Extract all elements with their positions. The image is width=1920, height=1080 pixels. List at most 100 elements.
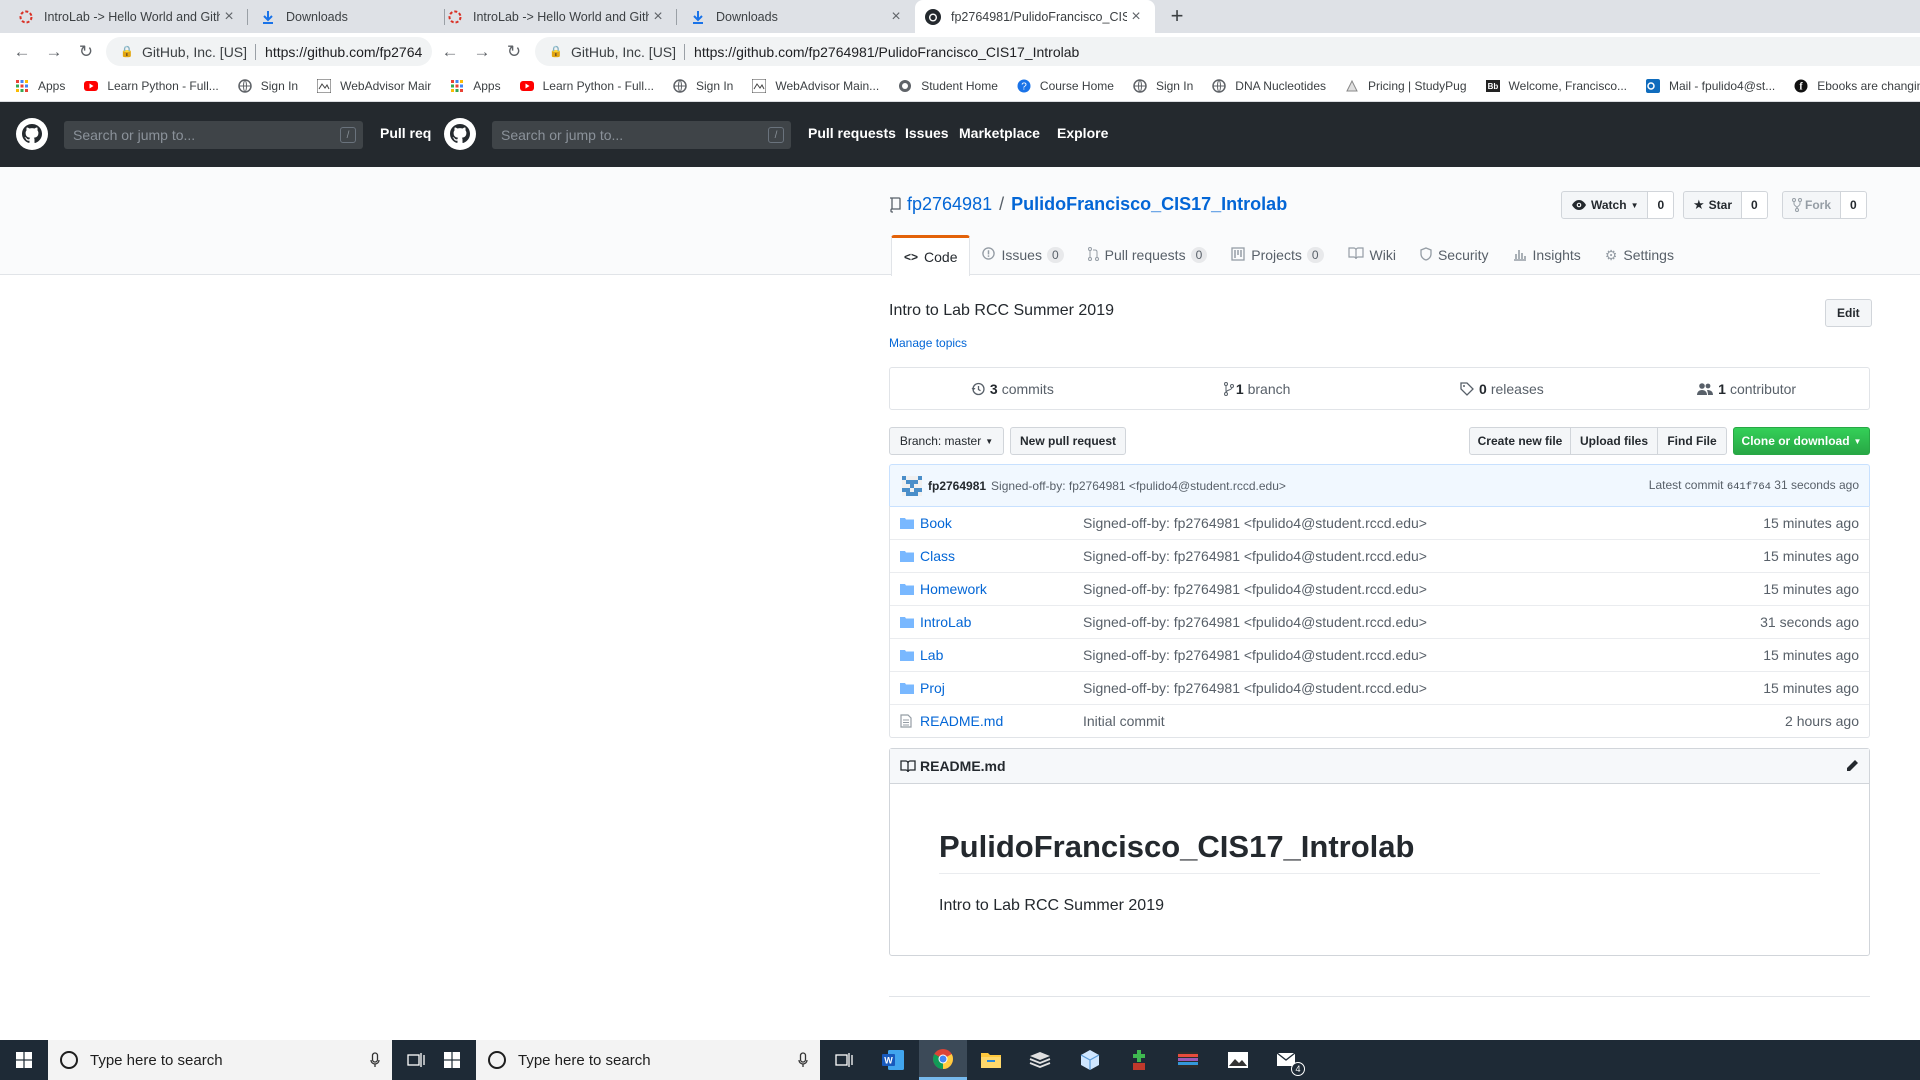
file-name-link[interactable]: Book	[920, 515, 1083, 531]
file-name-link[interactable]: IntroLab	[920, 614, 1083, 630]
forward-icon[interactable]: →	[40, 38, 68, 66]
tab-settings[interactable]: ⚙ Settings	[1593, 235, 1686, 275]
nav-marketplace[interactable]: Marketplace	[959, 125, 1040, 141]
bookmark-item[interactable]: Student Home	[897, 78, 998, 94]
fork-button[interactable]: Fork	[1782, 191, 1842, 219]
bookmark-item[interactable]: ? Course Home	[1016, 78, 1114, 94]
bookmark-item[interactable]: WebAdvisor Mair	[316, 78, 431, 94]
bookmark-item[interactable]: Learn Python - Full...	[519, 78, 654, 94]
github-logo-icon[interactable]	[16, 118, 48, 150]
search-input[interactable]: Search or jump to... /	[64, 121, 363, 149]
file-name-link[interactable]: Homework	[920, 581, 1083, 597]
file-commit-message[interactable]: Signed-off-by: fp2764981 <fpulido4@stude…	[1083, 515, 1763, 531]
search-input[interactable]: Search or jump to... /	[492, 121, 791, 149]
tab-issues[interactable]: Issues 0	[970, 235, 1075, 275]
nav-pull-requests[interactable]: Pull requests	[808, 125, 896, 141]
browser-tab[interactable]: Downloads	[250, 0, 445, 33]
bookmark-item[interactable]: Pricing | StudyPug	[1344, 78, 1467, 94]
file-explorer-icon[interactable]	[967, 1040, 1015, 1080]
bookmark-item[interactable]: f Ebooks are changin...	[1793, 78, 1920, 94]
fork-count[interactable]: 0	[1841, 191, 1867, 219]
star-count[interactable]: 0	[1742, 191, 1768, 219]
bookmark-item[interactable]: Sign In	[672, 78, 733, 94]
reload-icon[interactable]: ↻	[72, 38, 100, 66]
cube-icon[interactable]	[1066, 1040, 1114, 1080]
bookmark-item[interactable]: Learn Python - Full...	[83, 78, 219, 94]
bookmark-item[interactable]: Bb Welcome, Francisco...	[1485, 78, 1627, 94]
tab-projects[interactable]: Projects 0	[1219, 235, 1335, 275]
address-bar[interactable]: 🔒 GitHub, Inc. [US] https://github.com/f…	[535, 37, 1920, 66]
contributors-link[interactable]: 1 contributor	[1624, 368, 1869, 409]
back-icon[interactable]: ←	[8, 38, 36, 66]
close-icon[interactable]: ×	[649, 8, 667, 26]
address-bar[interactable]: 🔒 GitHub, Inc. [US] https://github.com/f…	[106, 37, 432, 66]
file-name-link[interactable]: README.md	[920, 713, 1083, 729]
branch-select-button[interactable]: Branch: master ▼	[889, 427, 1004, 455]
bookmark-item[interactable]: Sign In	[1132, 78, 1193, 94]
tab-insights[interactable]: Insights	[1501, 235, 1593, 275]
microphone-icon[interactable]	[370, 1052, 380, 1068]
repo-name-link[interactable]: PulidoFrancisco_CIS17_Introlab	[1011, 194, 1287, 215]
close-icon[interactable]: ×	[887, 8, 905, 26]
bookmark-item[interactable]: Apps	[14, 78, 65, 94]
commit-author[interactable]: fp2764981	[928, 479, 986, 493]
taskbar-search[interactable]: Type here to search	[476, 1040, 820, 1080]
taskbar-search[interactable]: Type here to search	[48, 1040, 392, 1080]
color-palette-icon[interactable]	[1164, 1040, 1212, 1080]
photos-icon[interactable]	[1214, 1040, 1262, 1080]
releases-link[interactable]: 0 releases	[1380, 368, 1625, 409]
close-icon[interactable]: ×	[220, 8, 238, 26]
close-icon[interactable]: ×	[1127, 8, 1145, 26]
bookmark-item[interactable]: Mail - fpulido4@st...	[1645, 78, 1775, 94]
bookmark-item[interactable]: Sign In	[237, 78, 298, 94]
nav-issues[interactable]: Issues	[905, 125, 949, 141]
manage-topics-link[interactable]: Manage topics	[889, 336, 967, 350]
watch-count[interactable]: 0	[1648, 191, 1675, 219]
clone-or-download-button[interactable]: Clone or download ▼	[1733, 427, 1870, 455]
mail-icon[interactable]: 4	[1263, 1040, 1311, 1080]
task-view-icon[interactable]	[820, 1040, 868, 1080]
file-commit-message[interactable]: Signed-off-by: fp2764981 <fpulido4@stude…	[1083, 614, 1760, 630]
commit-sha[interactable]: 641f764	[1727, 481, 1771, 493]
github-logo-icon[interactable]	[444, 118, 476, 150]
star-button[interactable]: ★ Star	[1683, 191, 1742, 219]
tab-pull-requests[interactable]: Pull requests 0	[1076, 235, 1220, 275]
browser-tab-active[interactable]: fp2764981/PulidoFrancisco_CIS1 ×	[915, 0, 1155, 33]
browser-tab[interactable]: IntroLab -> Hello World and Gith ×	[8, 0, 248, 33]
file-commit-message[interactable]: Initial commit	[1083, 713, 1785, 729]
file-commit-message[interactable]: Signed-off-by: fp2764981 <fpulido4@stude…	[1083, 680, 1763, 696]
reload-icon[interactable]: ↻	[500, 38, 528, 66]
edit-description-button[interactable]: Edit	[1825, 299, 1872, 327]
file-commit-message[interactable]: Signed-off-by: fp2764981 <fpulido4@stude…	[1083, 548, 1763, 564]
word-icon[interactable]: W	[869, 1040, 917, 1080]
nav-pull-requests[interactable]: Pull req	[380, 125, 431, 141]
pencil-icon[interactable]	[1845, 759, 1859, 773]
bookmark-item[interactable]: WebAdvisor Main...	[751, 78, 879, 94]
browser-tab[interactable]: Downloads ×	[680, 0, 915, 33]
browser-tab[interactable]: IntroLab -> Hello World and Gith ×	[437, 0, 677, 33]
plus-tool-icon[interactable]	[1115, 1040, 1163, 1080]
microphone-icon[interactable]	[798, 1052, 808, 1068]
tab-security[interactable]: Security	[1408, 235, 1501, 275]
file-commit-message[interactable]: Signed-off-by: fp2764981 <fpulido4@stude…	[1083, 647, 1763, 663]
bookmark-item[interactable]: DNA Nucleotides	[1211, 78, 1326, 94]
windows-logo-icon[interactable]	[0, 1040, 48, 1080]
upload-files-button[interactable]: Upload files	[1570, 427, 1658, 455]
commits-link[interactable]: 3 commits	[890, 368, 1135, 409]
file-name-link[interactable]: Lab	[920, 647, 1083, 663]
file-name-link[interactable]: Proj	[920, 680, 1083, 696]
windows-logo-icon[interactable]	[428, 1040, 476, 1080]
new-tab-button[interactable]: +	[1165, 4, 1189, 28]
find-file-button[interactable]: Find File	[1657, 427, 1727, 455]
forward-icon[interactable]: →	[468, 38, 496, 66]
new-pull-request-button[interactable]: New pull request	[1010, 427, 1126, 455]
create-new-file-button[interactable]: Create new file	[1469, 427, 1571, 455]
tab-code[interactable]: <> Code	[891, 235, 971, 276]
commit-message[interactable]: Signed-off-by: fp2764981 <fpulido4@stude…	[991, 479, 1286, 493]
file-commit-message[interactable]: Signed-off-by: fp2764981 <fpulido4@stude…	[1083, 581, 1763, 597]
chrome-icon[interactable]	[919, 1040, 967, 1080]
bookmark-item[interactable]: Apps	[449, 78, 501, 94]
watch-button[interactable]: Watch ▼	[1561, 191, 1649, 219]
file-name-link[interactable]: Class	[920, 548, 1083, 564]
nav-explore[interactable]: Explore	[1057, 125, 1108, 141]
